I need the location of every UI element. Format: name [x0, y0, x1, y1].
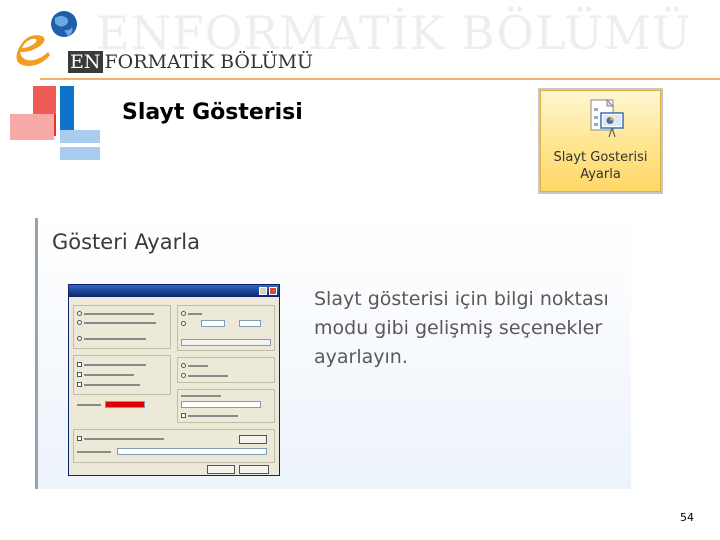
- dialog-text-line: [84, 384, 140, 386]
- dialog-text-line: [188, 375, 228, 377]
- dialog-select: [181, 339, 271, 346]
- brand-prefix: EN: [68, 51, 103, 73]
- dialog-radio: [77, 320, 82, 325]
- header-divider: [40, 78, 720, 80]
- dialog-checkbox: [181, 413, 186, 418]
- dialog-select: [117, 448, 267, 455]
- dialog-text-line: [84, 338, 146, 340]
- slideshow-setup-icon: [590, 98, 624, 138]
- dialog-radio: [181, 363, 186, 368]
- slide-show-setup-button[interactable]: Slayt Gosterisi Ayarla: [540, 90, 661, 192]
- dialog-titlebar: [69, 285, 279, 297]
- dialog-radio: [181, 321, 186, 326]
- pen-color-swatch: [105, 401, 145, 408]
- deco-block-white-v: [56, 86, 60, 160]
- slide-show-setup-label: Slayt Gosterisi Ayarla: [553, 150, 648, 182]
- dialog-checkbox: [77, 382, 82, 387]
- panel-title: Gösteri Ayarla: [52, 230, 200, 254]
- dialog-ok-button: [207, 465, 235, 474]
- dialog-group-show-type: [73, 305, 171, 349]
- dialog-text-line: [188, 313, 202, 315]
- deco-block-white-h: [42, 143, 102, 147]
- dialog-radio: [77, 311, 82, 316]
- page-number: 54: [680, 511, 694, 524]
- dialog-tips-button: [239, 435, 267, 444]
- dialog-checkbox: [77, 362, 82, 367]
- dialog-group-advance: [177, 357, 275, 383]
- dialog-radio: [181, 373, 186, 378]
- deco-block-pink: [10, 114, 54, 140]
- dialog-text-line: [188, 365, 208, 367]
- dialog-text-line: [84, 313, 154, 315]
- dialog-text-line: [188, 415, 238, 417]
- set-up-show-dialog-thumbnail: [68, 284, 280, 476]
- dialog-select: [181, 401, 261, 408]
- dialog-text-line: [84, 438, 164, 440]
- deco-block-lightred: [33, 86, 57, 114]
- dialog-spinner: [239, 320, 261, 327]
- brand-text: FORMATİK BÖLÜMÜ: [104, 51, 314, 73]
- dialog-checkbox: [77, 436, 82, 441]
- dialog-cancel-button: [239, 465, 269, 474]
- dialog-text-line: [77, 404, 101, 406]
- dialog-text-line: [84, 364, 146, 366]
- panel-description: Slayt gösterisi için bilgi noktası modu …: [314, 288, 609, 368]
- dialog-text-line: [77, 451, 111, 453]
- dialog-radio: [181, 311, 186, 316]
- dialog-text-line: [84, 374, 134, 376]
- dialog-text-line: [84, 322, 156, 324]
- dialog-checkbox: [77, 372, 82, 377]
- feature-screenshot-panel: Gösteri Ayarla Slayt gösterisi için bilg…: [35, 218, 631, 489]
- dialog-help-icon: [259, 287, 267, 295]
- dialog-text-line: [181, 395, 221, 397]
- dialog-radio: [77, 336, 82, 341]
- header-brand: EN FORMATİK BÖLÜMÜ: [68, 51, 313, 73]
- slide-title: Slayt Gösterisi: [122, 100, 303, 125]
- dialog-close-icon: [269, 287, 277, 295]
- dialog-spinner: [201, 320, 225, 327]
